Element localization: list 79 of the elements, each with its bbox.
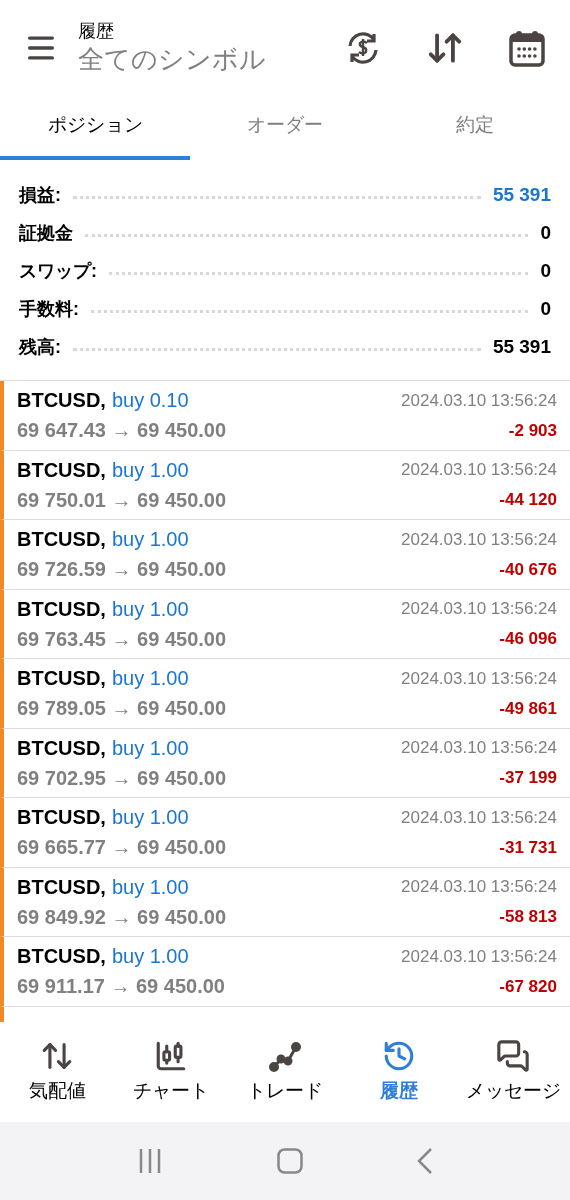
deal-time: 2024.03.10 13:56:24 (401, 737, 557, 759)
deal-time: 2024.03.10 13:56:24 (401, 945, 557, 968)
summary-value: 55 391 (492, 182, 551, 207)
price-range: 69 849.92 → 69 450.00 (17, 904, 227, 930)
trade-side: buy 1.00 (111, 805, 189, 831)
summary-value: 0 (540, 258, 551, 283)
trade-side: buy 1.00 (111, 944, 189, 970)
trade-side: buy 1.00 (111, 874, 189, 900)
deal-row[interactable]: BTCUSD, buy 1.00 2024.03.10 13:56:24 69 750.01 → 69 450.00 -44 120 (0, 450, 570, 520)
nav-tab[interactable]: トレード (228, 1022, 342, 1122)
deal-time: 2024.03.10 13:56:24 (401, 806, 557, 829)
symbol-label: BTCUSD, (17, 805, 106, 831)
trade-side: buy 1.00 (111, 596, 189, 622)
profit-value: -46 096 (499, 628, 557, 650)
deal-time: 2024.03.10 13:56:24 (401, 598, 557, 620)
tab[interactable]: オーダー (190, 95, 380, 160)
symbol-label: BTCUSD, (17, 527, 106, 553)
deal-row[interactable]: BTCUSD, buy 1.00 2024.03.10 13:56:24 69 849.92 → 69 450.00 -58 813 (0, 867, 570, 937)
summary-label: スワップ: (19, 259, 97, 283)
symbol-label: BTCUSD, (17, 735, 106, 761)
deal-time: 2024.03.10 13:56:24 (401, 389, 557, 412)
price-range: 69 789.05 → 69 450.00 (17, 696, 227, 722)
calendar-icon[interactable] (508, 28, 546, 67)
deal-row[interactable]: BTCUSD, buy 0.10 2024.03.10 13:56:24 69 647.43 → 69 450.00 -2 903 (0, 381, 570, 451)
tab[interactable]: 約定 (380, 95, 570, 160)
symbol-label: BTCUSD, (17, 388, 106, 414)
nav-tab[interactable]: 履歴 (342, 1022, 456, 1122)
home-icon[interactable] (277, 1148, 303, 1174)
screen-title: 履歴 (78, 20, 115, 43)
summary-label: 残高: (19, 335, 61, 359)
deal-time: 2024.03.10 13:56:24 (401, 459, 557, 481)
tab[interactable]: ポジション (0, 95, 190, 160)
deal-time: 2024.03.10 13:56:24 (401, 528, 557, 551)
summary-label: 証拠金 (19, 221, 73, 245)
symbol-label: BTCUSD, (17, 944, 106, 970)
summary-value: 55 391 (492, 334, 551, 359)
profit-value: -31 731 (499, 836, 557, 859)
chat-bubbles-icon (496, 1038, 530, 1073)
price-range: 69 702.95 → 69 450.00 (17, 765, 227, 791)
price-range: 69 665.77 → 69 450.00 (17, 835, 227, 861)
deal-row[interactable]: BTCUSD, buy 1.00 2024.03.10 13:56:24 69 665.77 → 69 450.00 -31 731 (0, 798, 570, 868)
price-range: 69 647.43 → 69 450.00 (17, 418, 227, 444)
deal-time: 2024.03.10 13:56:24 (401, 876, 557, 898)
nav-tab[interactable]: チャート (114, 1022, 228, 1122)
trade-side: buy 1.00 (111, 457, 189, 483)
recent-apps-icon[interactable] (137, 1148, 163, 1174)
profit-value: -40 676 (499, 558, 557, 581)
summary-value: 0 (540, 296, 551, 321)
profit-value: -49 861 (499, 697, 557, 720)
price-range: 69 750.01 → 69 450.00 (17, 487, 227, 513)
nav-tab[interactable]: メッセージ (456, 1022, 570, 1122)
trade-side: buy 1.00 (111, 527, 189, 553)
deal-time: 2024.03.10 13:56:24 (401, 667, 557, 690)
deal-row[interactable]: BTCUSD, buy 1.00 2024.03.10 13:56:24 69 702.95 → 69 450.00 -37 199 (0, 728, 570, 798)
price-range: 69 911.17 → 69 450.00 (17, 974, 225, 1000)
deal-row[interactable]: BTCUSD, buy 1.00 2024.03.10 13:56:24 69 763.45 → 69 450.00 -46 096 (0, 589, 570, 659)
symbol-label: BTCUSD, (17, 457, 106, 483)
profit-value: -2 903 (508, 419, 557, 442)
summary-label: 手数料: (19, 297, 79, 321)
trade-side: buy 0.10 (111, 388, 189, 414)
symbol-filter[interactable]: 全てのシンボル (78, 42, 266, 75)
nav-tab[interactable]: 気配値 (0, 1022, 114, 1122)
trade-side: buy 1.00 (111, 666, 189, 692)
summary-label: 損益: (19, 183, 61, 207)
profit-value: -67 820 (499, 975, 557, 998)
profit-value: -58 813 (499, 906, 557, 928)
summary-value: 0 (540, 220, 551, 245)
price-range: 69 763.45 → 69 450.00 (17, 626, 227, 652)
symbol-label: BTCUSD, (17, 874, 106, 900)
symbol-label: BTCUSD, (17, 596, 106, 622)
profit-value: -44 120 (499, 489, 557, 511)
profit-value: -37 199 (499, 767, 557, 789)
deal-row[interactable]: BTCUSD, buy 1.00 2024.03.10 13:56:24 69 911.17 → 69 450.00 -67 820 (0, 937, 570, 1007)
price-range: 69 726.59 → 69 450.00 (17, 557, 227, 583)
back-icon[interactable] (417, 1147, 433, 1175)
trade-side: buy 1.00 (111, 735, 189, 761)
deal-row[interactable]: BTCUSD, buy 1.00 2024.03.10 13:56:24 69 726.59 → 69 450.00 -40 676 (0, 520, 570, 590)
deal-row[interactable]: BTCUSD, buy 1.00 2024.03.10 13:56:24 69 789.05 → 69 450.00 -49 861 (0, 659, 570, 729)
symbol-label: BTCUSD, (17, 666, 106, 692)
